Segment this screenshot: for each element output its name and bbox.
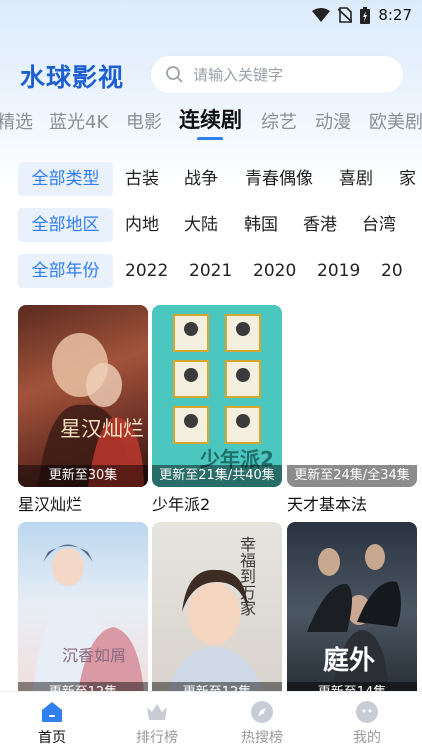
poster-art — [38, 333, 144, 487]
tab-bluray-4k[interactable]: 蓝光4K — [49, 108, 108, 134]
filter-chip[interactable]: 2019 — [317, 254, 360, 288]
status-bar: 8:27 — [312, 4, 412, 26]
poster-title: 沉香如屑 — [62, 646, 127, 665]
filter-chip[interactable]: 台湾 — [362, 208, 396, 242]
home-icon — [42, 702, 62, 722]
filter-row-year: 全部年份 2022 2021 2020 2019 20 — [0, 254, 422, 288]
filter-chip[interactable]: 2021 — [189, 254, 232, 288]
category-tabs: 精选 蓝光4K 电影 连续剧 综艺 动漫 欧美剧 — [0, 100, 422, 140]
filter-row-type: 全部类型 古装 战争 青春偶像 喜剧 家 — [0, 162, 422, 196]
nav-home[interactable]: 首页 — [12, 692, 92, 750]
tab-series[interactable]: 连续剧 — [179, 104, 242, 134]
nav-ranking-label: 排行榜 — [136, 730, 178, 746]
poster-art — [167, 569, 264, 692]
episode-badge: 更新至30集 — [18, 465, 148, 487]
nav-home-label: 首页 — [38, 730, 66, 746]
filter-year-all[interactable]: 全部年份 — [18, 254, 113, 288]
filter-chip[interactable]: 青春偶像 — [245, 162, 313, 196]
show-title[interactable]: 星汉灿烂 — [18, 491, 82, 515]
show-poster[interactable]: 少年派2 更新至21集/共40集 — [152, 305, 282, 487]
status-time: 8:27 — [378, 6, 412, 24]
crown-icon — [147, 704, 167, 720]
filter-chip[interactable]: 内地 — [125, 208, 159, 242]
poster-title: 星汉灿烂 — [60, 417, 144, 441]
episode-badge: 更新至24集/全34集 — [287, 465, 417, 487]
poster-art — [33, 544, 144, 692]
tab-featured[interactable]: 精选 — [0, 108, 33, 134]
filter-chip[interactable]: 2020 — [253, 254, 296, 288]
filter-type-all[interactable]: 全部类型 — [18, 162, 113, 196]
nav-profile[interactable]: 我的 — [327, 692, 407, 750]
filter-chip[interactable]: 大陆 — [184, 208, 218, 242]
filter-row-region: 全部地区 内地 大陆 韩国 香港 台湾 — [0, 208, 422, 242]
tab-movies[interactable]: 电影 — [126, 108, 162, 134]
poster-title: 幸福到万家 — [237, 536, 256, 616]
header-background — [0, 0, 422, 290]
filter-chip[interactable]: 2022 — [125, 254, 168, 288]
wifi-icon — [312, 8, 331, 22]
filter-chip[interactable]: 家 — [399, 162, 416, 196]
search-icon — [166, 66, 183, 83]
nav-profile-label: 我的 — [353, 730, 381, 746]
show-poster[interactable]: 沉香如屑 更新至12集 — [18, 522, 148, 704]
filter-chip[interactable]: 战争 — [184, 162, 218, 196]
nav-hot-search[interactable]: 热搜榜 — [222, 692, 302, 750]
show-poster[interactable]: 更新至24集/全34集 — [287, 305, 417, 487]
poster-title: 庭外 — [323, 646, 376, 676]
show-title[interactable]: 天才基本法 — [287, 491, 367, 515]
filter-chip[interactable]: 香港 — [303, 208, 337, 242]
app-logo: 水球影视 — [20, 63, 125, 92]
filter-region-all[interactable]: 全部地区 — [18, 208, 113, 242]
show-poster[interactable]: 庭外 更新至14集 — [287, 522, 417, 704]
filter-chip[interactable]: 韩国 — [244, 208, 278, 242]
show-title[interactable]: 少年派2 — [152, 491, 210, 515]
bottom-navigation: 首页 排行榜 热搜榜 我的 — [0, 692, 422, 750]
no-sim-icon — [338, 7, 353, 23]
show-poster[interactable]: 星汉灿烂 更新至30集 — [18, 305, 148, 487]
nav-hot-search-label: 热搜榜 — [241, 730, 283, 746]
tab-western-series[interactable]: 欧美剧 — [369, 108, 422, 134]
search-placeholder: 请输入关键字 — [193, 66, 284, 84]
filter-chip[interactable]: 20 — [381, 254, 403, 288]
compass-icon — [251, 701, 273, 723]
profile-icon — [356, 701, 378, 723]
battery-icon — [360, 6, 371, 24]
tab-variety[interactable]: 综艺 — [261, 108, 297, 134]
filter-chip[interactable]: 古装 — [125, 162, 159, 196]
search-bar[interactable]: 请输入关键字 — [151, 56, 403, 93]
episode-badge: 更新至21集/共40集 — [152, 465, 282, 487]
filter-chip[interactable]: 喜剧 — [339, 162, 373, 196]
nav-ranking[interactable]: 排行榜 — [117, 692, 197, 750]
header: 水球影视 请输入关键字 — [0, 56, 422, 94]
active-tab-indicator — [197, 137, 223, 140]
show-poster[interactable]: 幸福到万家 更新至12集 — [152, 522, 282, 704]
tab-anime[interactable]: 动漫 — [315, 108, 351, 134]
